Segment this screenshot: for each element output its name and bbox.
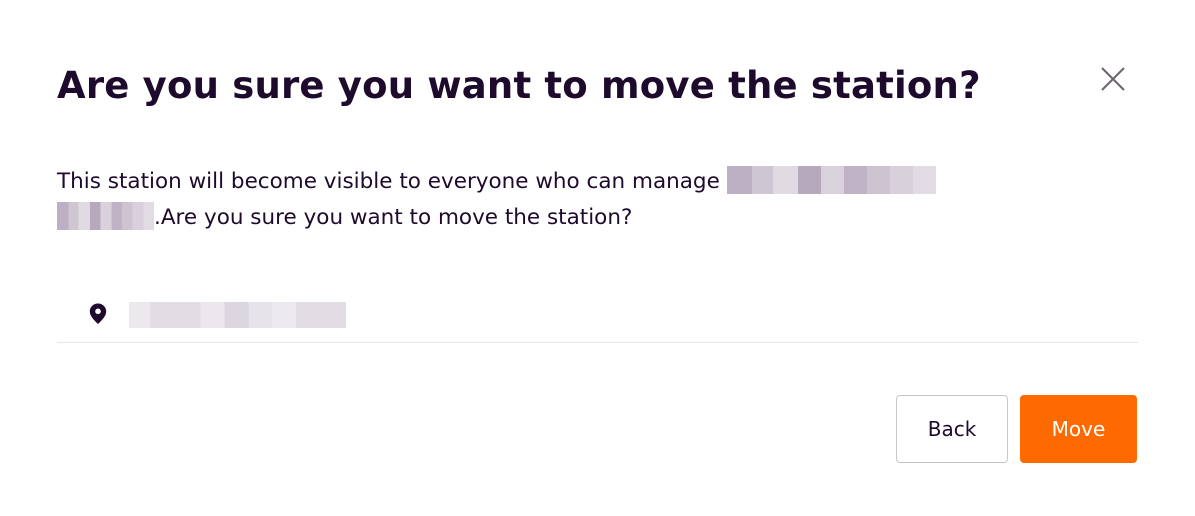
move-station-dialog: Are you sure you want to move the statio… (0, 0, 1195, 516)
message-text-before: This station will become visible to ever… (57, 169, 727, 194)
back-button[interactable]: Back (896, 395, 1008, 463)
dialog-message: This station will become visible to ever… (57, 164, 1037, 236)
dialog-title: Are you sure you want to move the statio… (57, 64, 981, 107)
message-text-after: .Are you sure you want to move the stati… (154, 205, 633, 230)
redacted-organization-name-continued (57, 202, 154, 230)
move-button[interactable]: Move (1020, 395, 1137, 463)
redacted-organization-name (726, 166, 936, 194)
redacted-station-name (129, 302, 346, 328)
location-pin-icon (89, 303, 107, 324)
close-icon (1101, 67, 1125, 91)
close-button[interactable] (1098, 64, 1128, 94)
station-row (57, 290, 1138, 343)
